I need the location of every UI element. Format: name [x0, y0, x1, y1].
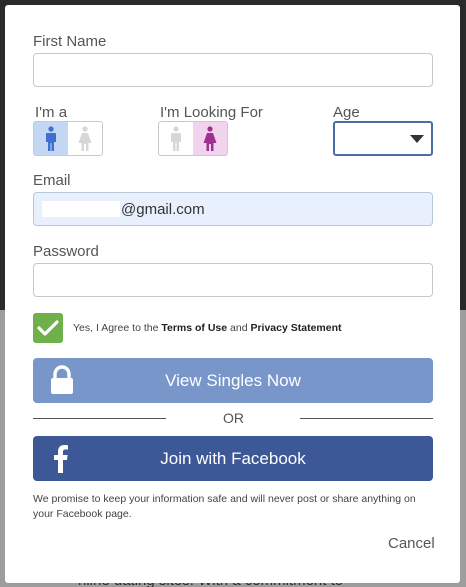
agree-middle: and: [227, 322, 251, 334]
facebook-icon: [54, 445, 68, 473]
age-select[interactable]: [333, 121, 433, 156]
gender-female-option[interactable]: [68, 122, 102, 155]
privacy-promise-text: We promise to keep your information safe…: [33, 493, 416, 520]
gender-label: I'm a: [35, 104, 68, 121]
female-icon: [78, 125, 92, 151]
email-redacted: [42, 201, 120, 217]
or-divider-left: [33, 418, 166, 419]
looking-for-toggle: [158, 121, 228, 156]
password-label: Password: [33, 243, 99, 260]
chevron-down-icon: [410, 135, 424, 143]
gender-toggle: [33, 121, 103, 156]
male-icon: [171, 125, 181, 151]
agree-statement: Yes, I Agree to the Terms of Use and Pri…: [73, 322, 342, 334]
female-icon: [203, 125, 217, 151]
lock-icon: [51, 365, 73, 394]
privacy-statement-link[interactable]: Privacy Statement: [250, 322, 341, 334]
looking-for-female-option[interactable]: [193, 122, 227, 155]
email-label: Email: [33, 172, 71, 189]
agree-prefix: Yes, I Agree to the: [73, 322, 162, 334]
view-singles-button[interactable]: View Singles Now: [33, 358, 433, 403]
email-value: @gmail.com: [121, 200, 205, 218]
signup-modal: First Name I'm a I'm Looking For Age Ema…: [5, 5, 460, 583]
or-divider-right: [300, 418, 433, 419]
or-divider-text: OR: [223, 410, 244, 426]
looking-for-male-option[interactable]: [159, 122, 193, 155]
first-name-input[interactable]: [33, 53, 433, 87]
checkmark-icon: [37, 320, 59, 336]
view-singles-label: View Singles Now: [165, 370, 301, 390]
agree-checkbox[interactable]: [33, 313, 63, 343]
terms-of-use-link[interactable]: Terms of Use: [161, 322, 227, 334]
looking-for-label: I'm Looking For: [160, 104, 263, 121]
password-input[interactable]: [33, 263, 433, 297]
join-facebook-label: Join with Facebook: [160, 448, 306, 468]
age-label: Age: [333, 104, 360, 121]
join-facebook-button[interactable]: Join with Facebook: [33, 436, 433, 481]
first-name-label: First Name: [33, 33, 107, 50]
male-icon: [46, 125, 56, 151]
cancel-link[interactable]: Cancel: [388, 535, 435, 552]
gender-male-option[interactable]: [34, 122, 68, 155]
email-input[interactable]: @gmail.com: [33, 192, 433, 226]
